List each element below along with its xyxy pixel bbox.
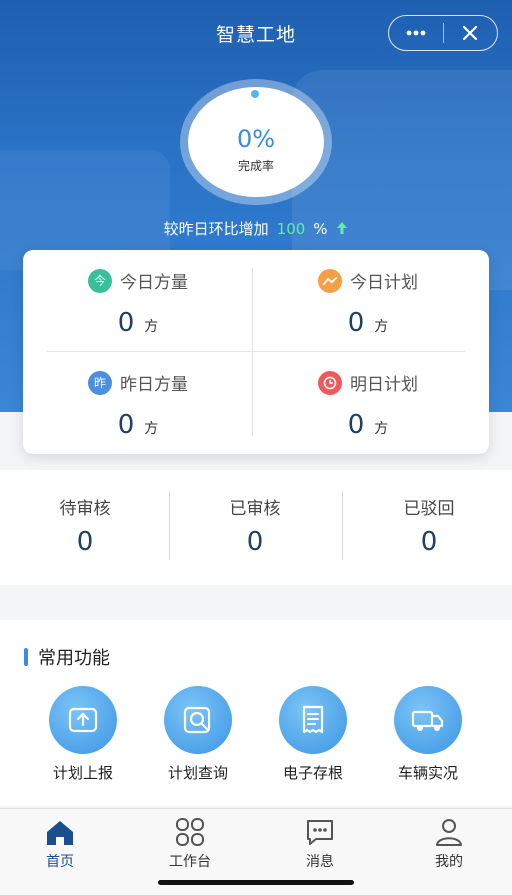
stat-value: 0 bbox=[347, 308, 365, 338]
section-header: 常用功能 bbox=[24, 644, 110, 670]
completion-percent: 0% bbox=[236, 125, 276, 153]
audit-summary: 待审核 0 已审核 0 已驳回 0 bbox=[0, 470, 512, 585]
compare-suffix: % bbox=[313, 220, 328, 238]
home-icon bbox=[47, 821, 73, 845]
clock-icon bbox=[318, 370, 342, 395]
stat-today-plan[interactable]: 今日计划 0方 bbox=[253, 250, 483, 350]
user-icon bbox=[436, 819, 462, 846]
stat-value: 0 bbox=[347, 410, 365, 440]
stat-label: 明日计划 bbox=[350, 375, 418, 395]
stat-label: 昨日方量 bbox=[120, 375, 188, 395]
section-title: 常用功能 bbox=[38, 648, 110, 669]
stat-unit: 方 bbox=[144, 319, 159, 335]
audit-value: 0 bbox=[76, 527, 94, 557]
stat-label: 今日计划 bbox=[350, 273, 418, 293]
more-icon bbox=[406, 30, 426, 36]
yesterday-icon: 昨 bbox=[88, 370, 112, 395]
tab-home[interactable]: 首页 bbox=[10, 817, 110, 871]
function-e-stub[interactable]: 电子存根 bbox=[253, 686, 373, 783]
stat-value: 0 bbox=[117, 308, 135, 338]
completion-ring: 0% 完成率 bbox=[186, 87, 326, 197]
tab-label: 首页 bbox=[46, 854, 74, 870]
function-plan-query[interactable]: 计划查询 bbox=[138, 686, 258, 783]
tab-label: 我的 bbox=[435, 854, 463, 870]
function-label: 车辆实况 bbox=[397, 764, 458, 782]
compare-value: 100 bbox=[276, 220, 306, 238]
tab-mine[interactable]: 我的 bbox=[399, 817, 499, 871]
audit-divider bbox=[342, 492, 343, 560]
truck-icon bbox=[394, 686, 462, 754]
function-label: 计划查询 bbox=[167, 764, 228, 782]
receipt-icon bbox=[279, 686, 347, 754]
stat-unit: 方 bbox=[374, 319, 389, 335]
audit-label: 待审核 bbox=[59, 499, 111, 519]
stat-value: 0 bbox=[117, 410, 135, 440]
audit-approved[interactable]: 已审核 0 bbox=[170, 494, 340, 557]
message-icon bbox=[307, 820, 333, 845]
arrow-up-icon bbox=[337, 222, 348, 234]
upload-icon bbox=[49, 686, 117, 754]
search-doc-icon bbox=[164, 686, 232, 754]
tab-label: 消息 bbox=[306, 854, 334, 870]
audit-rejected[interactable]: 已驳回 0 bbox=[344, 494, 512, 557]
audit-label: 已审核 bbox=[229, 499, 281, 519]
function-plan-report[interactable]: 计划上报 bbox=[23, 686, 143, 783]
audit-pending[interactable]: 待审核 0 bbox=[0, 494, 170, 557]
stat-today-volume[interactable]: 今 今日方量 0方 bbox=[23, 250, 253, 350]
more-button[interactable] bbox=[389, 16, 443, 50]
common-functions-panel: 常用功能 计划上报 计划查询 电子存根 车辆实况 bbox=[0, 620, 512, 806]
stat-yesterday-volume[interactable]: 昨 昨日方量 0方 bbox=[23, 352, 253, 452]
home-indicator bbox=[158, 880, 354, 885]
compare-prefix: 较昨日环比增加 bbox=[163, 220, 269, 238]
compare-line: 较昨日环比增加 100% bbox=[0, 218, 512, 239]
mini-program-capsule bbox=[388, 15, 498, 51]
tab-workbench[interactable]: 工作台 bbox=[140, 817, 240, 871]
today-icon: 今 bbox=[88, 268, 112, 293]
function-label: 电子存根 bbox=[282, 764, 343, 782]
tab-messages[interactable]: 消息 bbox=[270, 817, 370, 871]
section-accent-bar bbox=[24, 648, 28, 666]
function-label: 计划上报 bbox=[52, 764, 113, 782]
function-vehicle-status[interactable]: 车辆实况 bbox=[368, 686, 488, 783]
volume-stats-card: 今 今日方量 0方 今日计划 0方 昨 昨日方量 0方 明日计划 0方 bbox=[23, 250, 489, 454]
completion-label: 完成率 bbox=[237, 159, 274, 173]
close-button[interactable] bbox=[444, 16, 498, 50]
audit-value: 0 bbox=[420, 527, 438, 557]
stat-label: 今日方量 bbox=[120, 273, 188, 293]
title-bar: 智慧工地 bbox=[0, 0, 512, 66]
stat-unit: 方 bbox=[144, 421, 159, 437]
trend-icon bbox=[318, 268, 342, 293]
workbench-icon bbox=[176, 818, 204, 846]
stat-tomorrow-plan[interactable]: 明日计划 0方 bbox=[253, 352, 483, 452]
audit-value: 0 bbox=[246, 527, 264, 557]
tab-label: 工作台 bbox=[169, 854, 211, 870]
stat-unit: 方 bbox=[374, 421, 389, 437]
audit-label: 已驳回 bbox=[403, 499, 455, 519]
close-icon bbox=[463, 25, 478, 41]
ring-progress-dot bbox=[251, 90, 259, 98]
